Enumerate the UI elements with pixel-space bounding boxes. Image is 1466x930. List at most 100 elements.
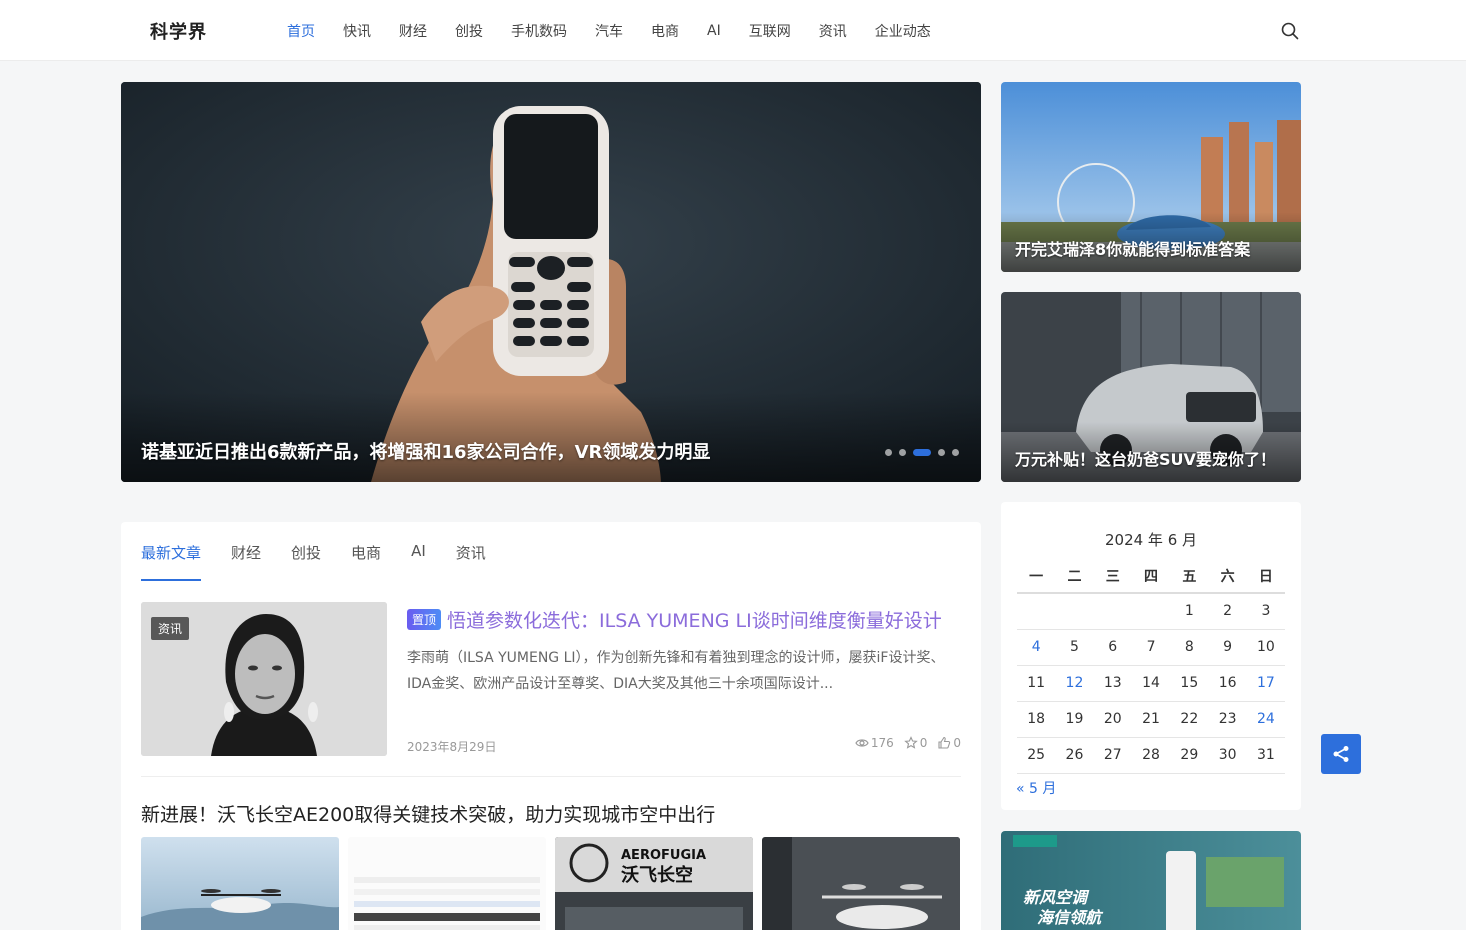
slider-dot[interactable] bbox=[952, 449, 959, 456]
tab-ai[interactable]: AI bbox=[411, 522, 426, 581]
calendar-day: 20 bbox=[1093, 701, 1132, 738]
side-card-caption[interactable]: 万元补贴！这台奶爸SUV要宠你了！ bbox=[1015, 446, 1276, 470]
calendar-day: 14 bbox=[1131, 665, 1171, 702]
calendar-day bbox=[1093, 593, 1132, 630]
calendar-caption: 2024 年 6 月 bbox=[1104, 531, 1198, 549]
gallery-image[interactable] bbox=[141, 837, 339, 930]
article-stats: 176 0 0 bbox=[845, 736, 961, 750]
calendar-week-row: 1 2 3 bbox=[1017, 593, 1286, 630]
share-button[interactable] bbox=[1321, 734, 1361, 774]
calendar-day: 21 bbox=[1131, 701, 1171, 738]
svg-text:沃飞长空: 沃飞长空 bbox=[621, 864, 693, 886]
hero-caption[interactable]: 诺基亚近日推出6款新产品，将增强和16家公司合作，VR领域发力明显 bbox=[141, 438, 710, 464]
search-icon[interactable] bbox=[1281, 22, 1299, 40]
weekday-label: 一 bbox=[1017, 559, 1056, 594]
article-title[interactable]: 新进展！沃飞长空AE200取得关键技术突破，助力实现城市空中出行 bbox=[141, 800, 715, 827]
side-card-sedan[interactable]: 开完艾瑞泽8你就能得到标准答案 bbox=[1001, 82, 1301, 272]
evtol-sky-image bbox=[141, 837, 339, 930]
hero-slider[interactable]: 诺基亚近日推出6款新产品，将增强和16家公司合作，VR领域发力明显 bbox=[121, 82, 981, 482]
article-title-text[interactable]: 悟道参数化迭代：ILSA YUMENG LI谈时间维度衡量好设计 bbox=[447, 610, 942, 632]
tab-ecommerce[interactable]: 电商 bbox=[351, 522, 381, 581]
calendar-widget: 2024 年 6 月 一 二 三 四 五 六 日 1 2 3 4 5 6 7 8… bbox=[1001, 502, 1301, 810]
weekday-label: 三 bbox=[1093, 559, 1132, 594]
side-card-caption[interactable]: 开完艾瑞泽8你就能得到标准答案 bbox=[1015, 236, 1250, 260]
calendar-day: 1 bbox=[1170, 593, 1209, 630]
favorites-stat[interactable]: 0 bbox=[903, 736, 927, 750]
nav-item-news[interactable]: 资讯 bbox=[819, 21, 847, 41]
calendar-day bbox=[1017, 593, 1056, 630]
nav-item-finance[interactable]: 财经 bbox=[399, 21, 427, 41]
calendar-week-row: 18 19 20 21 22 23 24 bbox=[1017, 701, 1286, 738]
tab-latest[interactable]: 最新文章 bbox=[141, 522, 202, 581]
nav-item-ecommerce[interactable]: 电商 bbox=[651, 21, 679, 41]
calendar-day: 28 bbox=[1131, 737, 1171, 774]
article-gallery: AEROFUGIA 沃飞长空 bbox=[141, 837, 969, 930]
calendar-day: 30 bbox=[1208, 737, 1247, 774]
calendar-day: 23 bbox=[1208, 701, 1247, 738]
gallery-image[interactable]: AEROFUGIA 沃飞长空 bbox=[555, 837, 753, 930]
tab-news[interactable]: 资讯 bbox=[456, 522, 486, 581]
nav-item-mobile[interactable]: 手机数码 bbox=[511, 21, 567, 41]
ad-banner[interactable]: 新风空调 海信领航 bbox=[1001, 831, 1301, 930]
weekday-label: 四 bbox=[1131, 559, 1171, 594]
side-card-suv[interactable]: 万元补贴！这台奶爸SUV要宠你了！ bbox=[1001, 292, 1301, 482]
likes-stat[interactable]: 0 bbox=[937, 736, 961, 750]
calendar-week-row: 4 5 6 7 8 9 10 bbox=[1017, 629, 1286, 666]
divider bbox=[141, 776, 961, 777]
ad-text-line1: 新风空调 bbox=[1023, 888, 1090, 907]
calendar-day bbox=[1131, 593, 1171, 630]
nav-item-ai[interactable]: AI bbox=[707, 23, 721, 39]
calendar-prev-month-link[interactable]: « 5 月 bbox=[1016, 778, 1056, 798]
site-logo[interactable]: 科学界 bbox=[150, 18, 207, 44]
slider-dot[interactable] bbox=[938, 449, 945, 456]
calendar-day: 15 bbox=[1170, 665, 1209, 702]
calendar-day-link[interactable]: 12 bbox=[1055, 665, 1094, 702]
calendar-day: 6 bbox=[1093, 629, 1132, 666]
calendar-day-link[interactable]: 4 bbox=[1017, 629, 1056, 666]
calendar-day: 26 bbox=[1055, 737, 1094, 774]
pinned-badge: 置顶 bbox=[407, 609, 442, 630]
calendar-day: 29 bbox=[1170, 737, 1209, 774]
calendar-week-row: 25 26 27 28 29 30 31 bbox=[1017, 737, 1286, 774]
tab-finance[interactable]: 财经 bbox=[231, 522, 261, 581]
tab-venture[interactable]: 创投 bbox=[291, 522, 321, 581]
calendar-day-link[interactable]: 24 bbox=[1246, 701, 1286, 738]
eye-icon bbox=[855, 739, 869, 747]
ad-text-line2: 海信领航 bbox=[1037, 908, 1104, 927]
nav-item-internet[interactable]: 互联网 bbox=[749, 21, 791, 41]
calendar-day: 10 bbox=[1246, 629, 1286, 666]
likes-count: 0 bbox=[953, 736, 961, 750]
calendar-day: 9 bbox=[1208, 629, 1247, 666]
gallery-image[interactable] bbox=[348, 837, 546, 930]
calendar-day-link[interactable]: 17 bbox=[1246, 665, 1286, 702]
slider-dot-active[interactable] bbox=[913, 449, 931, 456]
gallery-image[interactable] bbox=[762, 837, 960, 930]
weekday-label: 日 bbox=[1246, 559, 1286, 594]
calendar-day: 16 bbox=[1208, 665, 1247, 702]
nav-item-company[interactable]: 企业动态 bbox=[875, 21, 931, 41]
article-category-badge[interactable]: 资讯 bbox=[151, 617, 190, 640]
calendar-day: 22 bbox=[1170, 701, 1209, 738]
views-count: 176 bbox=[870, 736, 894, 750]
slider-dot[interactable] bbox=[885, 449, 892, 456]
calendar-day: 27 bbox=[1093, 737, 1132, 774]
article-title[interactable]: 置顶 悟道参数化迭代：ILSA YUMENG LI谈时间维度衡量好设计 bbox=[407, 606, 942, 633]
calendar-day: 3 bbox=[1246, 593, 1286, 630]
nav-item-home[interactable]: 首页 bbox=[287, 21, 315, 41]
nav-item-auto[interactable]: 汽车 bbox=[595, 21, 623, 41]
article-thumbnail[interactable]: 资讯 bbox=[141, 602, 387, 756]
share-icon bbox=[1333, 746, 1349, 762]
calendar-day: 8 bbox=[1170, 629, 1209, 666]
ad-image: 新风空调 海信领航 bbox=[1001, 831, 1301, 930]
nav-item-venture[interactable]: 创投 bbox=[455, 21, 483, 41]
aerofugia-booth-image: AEROFUGIA 沃飞长空 bbox=[555, 837, 753, 930]
nav-item-flash[interactable]: 快讯 bbox=[343, 21, 371, 41]
calendar-day: 7 bbox=[1131, 629, 1171, 666]
hero-shade bbox=[121, 392, 981, 482]
weekday-label: 五 bbox=[1170, 559, 1209, 594]
calendar-body: 1 2 3 4 5 6 7 8 9 10 11 12 13 14 15 16 1… bbox=[1017, 593, 1286, 774]
slider-dot[interactable] bbox=[899, 449, 906, 456]
calendar-grid: 一 二 三 四 五 六 日 1 2 3 4 5 6 7 8 9 10 11 12… bbox=[1017, 559, 1286, 774]
calendar-weekday-row: 一 二 三 四 五 六 日 bbox=[1017, 559, 1286, 594]
category-tabs: 最新文章 财经 创投 电商 AI 资讯 bbox=[141, 522, 516, 582]
